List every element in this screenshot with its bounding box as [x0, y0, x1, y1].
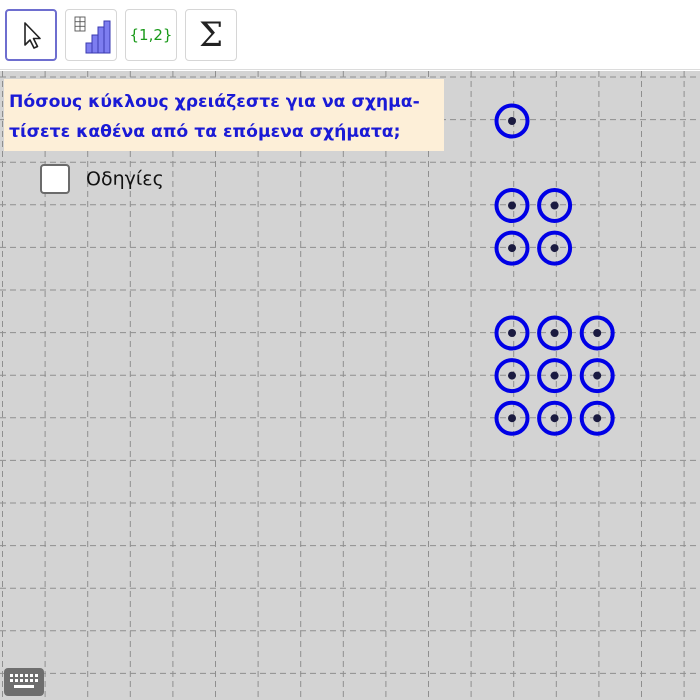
center-point[interactable]	[508, 244, 516, 253]
center-point[interactable]	[550, 329, 559, 337]
circle-figure-2	[494, 188, 573, 266]
center-point[interactable]	[508, 371, 516, 380]
center-point[interactable]	[550, 371, 559, 380]
list-tool-button[interactable]: {1,2}	[125, 9, 177, 61]
circle-figures	[494, 103, 615, 436]
graphics-view[interactable]: Πόσους κύκλους χρειάζεστε για να σχημα- …	[0, 71, 700, 700]
sum-tool-button[interactable]: Σ	[185, 9, 237, 61]
center-point[interactable]	[508, 117, 516, 125]
center-point[interactable]	[593, 414, 602, 423]
circle-figure-1	[494, 103, 530, 139]
circle-figure-3	[494, 315, 615, 436]
center-point[interactable]	[508, 329, 516, 337]
sigma-icon: Σ	[198, 15, 224, 55]
list-icon: {1,2}	[129, 26, 173, 44]
spreadsheet-tool-button[interactable]	[65, 9, 117, 61]
toolbar: {1,2} Σ	[0, 0, 700, 70]
bar-chart-icon	[74, 16, 111, 54]
center-point[interactable]	[550, 201, 559, 210]
center-point[interactable]	[508, 414, 516, 423]
center-point[interactable]	[550, 244, 559, 253]
center-point[interactable]	[593, 371, 602, 380]
keyboard-icon	[10, 674, 38, 688]
move-tool-button[interactable]	[5, 9, 57, 61]
keyboard-toggle-button[interactable]	[4, 668, 44, 696]
center-point[interactable]	[550, 414, 559, 423]
geogebra-app: {1,2} Σ Πόσους κύκλους χρειάζεστε για να…	[0, 0, 700, 700]
center-point[interactable]	[508, 201, 516, 210]
center-point[interactable]	[593, 329, 602, 337]
move-arrow-icon	[24, 22, 41, 49]
